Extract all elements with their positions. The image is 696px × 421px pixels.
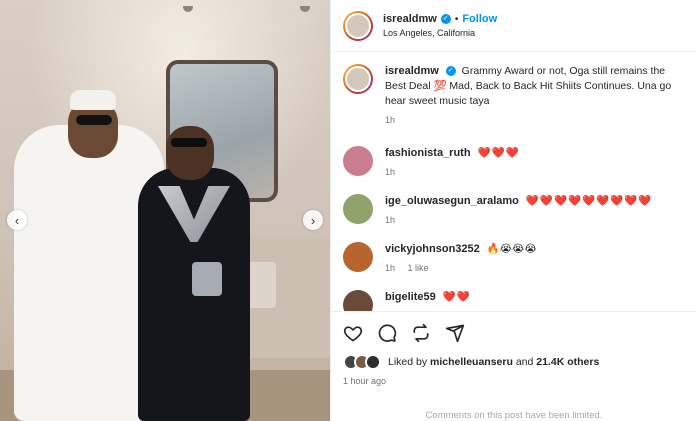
comment-text: ❤️❤️❤️❤️❤️❤️❤️❤️❤️ bbox=[525, 195, 653, 207]
repost-button[interactable] bbox=[411, 323, 431, 343]
comment-username[interactable]: ige_oluwasegun_aralamo bbox=[385, 195, 519, 207]
caption-time[interactable]: 1h bbox=[385, 115, 395, 125]
post-side-panel: isrealdmw ✓ • Follow Los Angeles, Califo… bbox=[330, 0, 696, 421]
commenter-avatar[interactable] bbox=[343, 242, 373, 272]
likes-conj: and bbox=[515, 356, 534, 368]
comment-username[interactable]: fashionista_ruth bbox=[385, 147, 471, 159]
likes-user[interactable]: michelleuanseru bbox=[430, 356, 513, 368]
comment-username[interactable]: bigelite59 bbox=[385, 291, 436, 303]
post-time[interactable]: 1 hour ago bbox=[343, 376, 685, 386]
comment-text: ❤️❤️❤️ bbox=[477, 147, 520, 159]
heart-icon bbox=[343, 326, 363, 342]
comment-time[interactable]: 1h bbox=[385, 263, 395, 273]
share-button[interactable] bbox=[445, 323, 465, 343]
comment-time[interactable]: 1h bbox=[385, 167, 395, 177]
follow-button[interactable]: Follow bbox=[462, 13, 497, 25]
liker-avatars[interactable] bbox=[343, 354, 381, 370]
post-actions: Liked by michelleuanseru and 21.4K other… bbox=[331, 311, 696, 386]
comment-item: bigelite59 ❤️❤️ bbox=[343, 290, 684, 311]
verified-badge-icon: ✓ bbox=[440, 14, 451, 24]
likes-prefix: Liked by bbox=[388, 356, 428, 368]
chevron-left-icon: ‹ bbox=[14, 212, 20, 228]
comment-button[interactable] bbox=[377, 323, 397, 343]
verified-badge-icon: ✓ bbox=[445, 66, 456, 77]
carousel-next-button[interactable]: › bbox=[303, 210, 323, 230]
instagram-post: ‹ › isrealdmw ✓ • Follow Los Angeles, Ca… bbox=[0, 0, 696, 421]
comment-text: 🔥😭😭😭 bbox=[486, 243, 537, 255]
like-button[interactable] bbox=[343, 323, 363, 343]
author-avatar[interactable] bbox=[343, 64, 373, 94]
comment-text: ❤️❤️ bbox=[442, 291, 471, 303]
author-avatar[interactable] bbox=[343, 10, 373, 41]
comment-icon bbox=[378, 324, 397, 342]
comment-item: vickyjohnson3252 🔥😭😭😭 1h 1 like bbox=[343, 242, 684, 276]
commenter-avatar[interactable] bbox=[343, 194, 373, 224]
likes-others[interactable]: 21.4K others bbox=[536, 356, 599, 368]
comments-list[interactable]: isrealdmw ✓ Grammy Award or not, Oga sti… bbox=[331, 52, 696, 311]
comment-item: fashionista_ruth ❤️❤️❤️ 1h bbox=[343, 146, 684, 180]
carousel-prev-button[interactable]: ‹ bbox=[7, 210, 27, 230]
repost-icon bbox=[413, 323, 429, 343]
comment-username[interactable]: vickyjohnson3252 bbox=[385, 243, 480, 255]
commenter-avatar[interactable] bbox=[343, 146, 373, 176]
caption: isrealdmw ✓ Grammy Award or not, Oga sti… bbox=[343, 64, 684, 128]
chevron-right-icon: › bbox=[310, 212, 316, 228]
commenter-avatar[interactable] bbox=[343, 290, 373, 311]
comment-item: ige_oluwasegun_aralamo ❤️❤️❤️❤️❤️❤️❤️❤️❤… bbox=[343, 194, 684, 228]
post-location[interactable]: Los Angeles, California bbox=[383, 28, 497, 38]
comment-time[interactable]: 1h bbox=[385, 215, 395, 225]
caption-username[interactable]: isrealdmw bbox=[385, 65, 439, 77]
author-username[interactable]: isrealdmw bbox=[383, 13, 437, 25]
post-header: isrealdmw ✓ • Follow Los Angeles, Califo… bbox=[331, 0, 696, 52]
post-photo[interactable]: ‹ › bbox=[0, 0, 330, 421]
send-icon bbox=[445, 324, 465, 343]
likes-summary: Liked by michelleuanseru and 21.4K other… bbox=[343, 354, 685, 370]
separator-dot: • bbox=[454, 13, 459, 25]
comment-likes[interactable]: 1 like bbox=[408, 263, 429, 273]
comments-limited-notice: Comments on this post have been limited. bbox=[425, 410, 603, 421]
